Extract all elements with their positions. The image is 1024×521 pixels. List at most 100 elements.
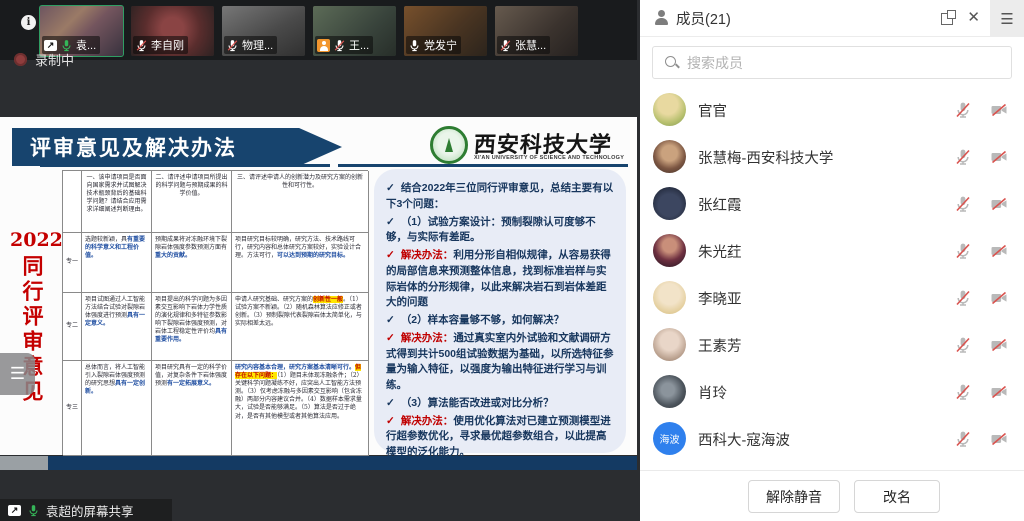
- member-row[interactable]: 朱光荭: [640, 227, 1024, 274]
- avatar: [653, 187, 686, 220]
- panel-menu-strip[interactable]: ☰: [990, 0, 1024, 37]
- members-panel-title: 成员(21): [676, 8, 731, 29]
- slide-footer-bar: [48, 456, 637, 470]
- avatar: [653, 93, 686, 126]
- members-panel-header: 成员(21) ✕: [640, 0, 990, 37]
- mic-muted-icon: [499, 39, 512, 52]
- mic-muted-icon[interactable]: [954, 289, 972, 307]
- member-name: 官官: [698, 100, 727, 121]
- video-thumbnail-zhanghui[interactable]: 张慧...: [495, 6, 578, 56]
- slide-title: 评审意见及解决办法: [12, 132, 237, 162]
- member-name: 肖玲: [698, 382, 727, 403]
- video-thumbnail-wang[interactable]: 王...: [313, 6, 396, 56]
- member-name: 张红霞: [698, 194, 742, 215]
- participant-name: 党发宁: [424, 37, 457, 53]
- participant-name: 物理...: [242, 37, 273, 53]
- member-icon: [653, 10, 670, 26]
- camera-off-icon[interactable]: [990, 242, 1008, 260]
- avatar-badge-icon: [317, 39, 330, 52]
- mic-muted-icon[interactable]: [954, 336, 972, 354]
- close-icon[interactable]: ✕: [967, 8, 980, 28]
- video-thumbnail-lizigang[interactable]: 李自刚: [131, 6, 214, 56]
- table-cell: 预期成果将对冻融环境下裂隙岩体强度参数预测方面有重大的贡献。: [152, 233, 232, 293]
- summary-line: ✓（2）样本容量够不够，如何解决？: [386, 313, 616, 329]
- table-row-label: 专三: [63, 361, 82, 456]
- camera-off-icon[interactable]: [990, 101, 1008, 119]
- member-row[interactable]: 张慧梅-西安科技大学: [640, 133, 1024, 180]
- info-icon[interactable]: i: [21, 15, 36, 30]
- member-list: 官官 张慧梅-西安科技大学 张红霞 朱光荭: [640, 86, 1024, 462]
- mic-muted-icon[interactable]: [954, 148, 972, 166]
- mic-muted-icon[interactable]: [954, 195, 972, 213]
- table-cell: 申请人研究基础、研究方案的创新性一般。（1）试验方案不新颖。（2）随机森林算法应…: [232, 293, 369, 361]
- thumbnail-overlay: 王...: [315, 36, 373, 54]
- summary-line: ✓（1）试验方案设计：预制裂隙认可度够不够，与实际有差距。: [386, 215, 616, 247]
- member-search-box: [652, 46, 1012, 79]
- recording-label: 录制中: [35, 50, 74, 69]
- camera-off-icon[interactable]: [990, 383, 1008, 401]
- mic-muted-icon[interactable]: [954, 430, 972, 448]
- member-name: 西科大-寇海波: [698, 429, 790, 450]
- table-header-cell: 三、请评述申请人的创新潜力及研究方案的创新性和可行性。: [232, 171, 369, 233]
- member-name: 朱光荭: [698, 241, 742, 262]
- summary-line: ✓解决办法：通过真实室内外试验和文献调研方式得到共计500组试验数据为基础，以所…: [386, 331, 616, 394]
- camera-off-icon[interactable]: [990, 430, 1008, 448]
- mic-muted-icon[interactable]: [954, 383, 972, 401]
- avatar: [653, 140, 686, 173]
- camera-off-icon[interactable]: [990, 148, 1008, 166]
- university-subtitle: XI'AN UNIVERSITY OF SCIENCE AND TECHNOLO…: [474, 155, 634, 161]
- member-row[interactable]: 王素芳: [640, 321, 1024, 368]
- table-cell: 研究内容基本合理，研究方案基本清晰可行。但存在以下问题：（1）题目未体现冻融条件…: [232, 361, 369, 456]
- mic-muted-icon[interactable]: [954, 242, 972, 260]
- avatar-initials: 海波: [660, 431, 680, 446]
- popout-icon[interactable]: [941, 10, 956, 25]
- rename-button[interactable]: 改名: [854, 480, 940, 513]
- camera-off-icon[interactable]: [990, 336, 1008, 354]
- slide-title-banner: 评审意见及解决办法: [12, 128, 342, 166]
- camera-off-icon[interactable]: [990, 195, 1008, 213]
- table-header-cell: 一、该申请项目是否面向国家需求并试图解决技术瓶颈背后的基础科学问题？请结合应用需…: [82, 171, 152, 233]
- screen-share-icon: ↗: [44, 40, 57, 51]
- screen-share-banner: ↗ 袁超的屏幕共享: [0, 499, 172, 521]
- mic-muted-icon: [226, 39, 239, 52]
- search-input[interactable]: [687, 55, 1011, 71]
- member-row[interactable]: 海波 西科大-寇海波: [640, 415, 1024, 462]
- participant-name: 李自刚: [151, 37, 184, 53]
- member-row[interactable]: 李晓亚: [640, 274, 1024, 321]
- toolbar-handle[interactable]: ☰: [0, 353, 35, 395]
- video-thumbnail-yuan[interactable]: ↗ 袁...: [40, 6, 123, 56]
- mic-muted-icon[interactable]: [954, 101, 972, 119]
- member-row[interactable]: 张红霞: [640, 180, 1024, 227]
- table-cell: 总体而言，将人工智能引入裂隙岩体强度预测的研究思想具有一定创新。: [82, 361, 152, 456]
- thumbnail-overlay: 物理...: [224, 36, 277, 54]
- thumbnail-overlay: 张慧...: [497, 36, 550, 54]
- recording-indicator: 录制中: [14, 50, 74, 69]
- video-thumbnail-wuli[interactable]: 物理...: [222, 6, 305, 56]
- table-header-cell: 二、请评述申请项目所提出的科学问题与预期成果的科学价值。: [152, 171, 232, 233]
- table-row-label: 专二: [63, 293, 82, 361]
- check-icon: ✓: [386, 182, 395, 194]
- summary-line: ✓（3）算法能否改进或对比分析？: [386, 396, 616, 412]
- members-panel: 成员(21) ✕ ☰ 官官 张慧梅-西安科技大学: [640, 0, 1024, 521]
- hamburger-icon: ☰: [1000, 10, 1013, 28]
- video-thumbnail-dangfaning[interactable]: 党发宁: [404, 6, 487, 56]
- list-icon: ☰: [10, 364, 25, 384]
- participant-name: 张慧...: [515, 37, 546, 53]
- avatar: 海波: [653, 422, 686, 455]
- check-icon: ✓: [386, 415, 395, 427]
- table-cell: 选题较新颖，具有重要的科学意义和工程价值。: [82, 233, 152, 293]
- record-dot-icon: [14, 53, 27, 66]
- table-cell: 项目研究具有一定的科学价值，对复杂条件下岩体强度预测有一定拓展意义。: [152, 361, 232, 456]
- member-row[interactable]: 肖玲: [640, 368, 1024, 415]
- thumbnail-overlay: 党发宁: [406, 36, 461, 54]
- review-comments-table: 一、该申请项目是否面向国家需求并试图解决技术瓶颈背后的基础科学问题？请结合应用需…: [62, 170, 368, 455]
- members-panel-footer: 解除静音 改名: [640, 470, 1024, 521]
- participant-name: 袁...: [76, 37, 96, 53]
- camera-off-icon[interactable]: [990, 289, 1008, 307]
- slide-divider-line: [338, 164, 628, 167]
- member-row[interactable]: 官官: [640, 86, 1024, 133]
- unmute-button[interactable]: 解除静音: [748, 480, 840, 513]
- summary-line: ✓结合2022年三位同行评审意见，总结主要有以下3个问题：: [386, 181, 616, 213]
- thumbnail-overlay: 李自刚: [133, 36, 188, 54]
- check-icon: ✓: [386, 216, 395, 228]
